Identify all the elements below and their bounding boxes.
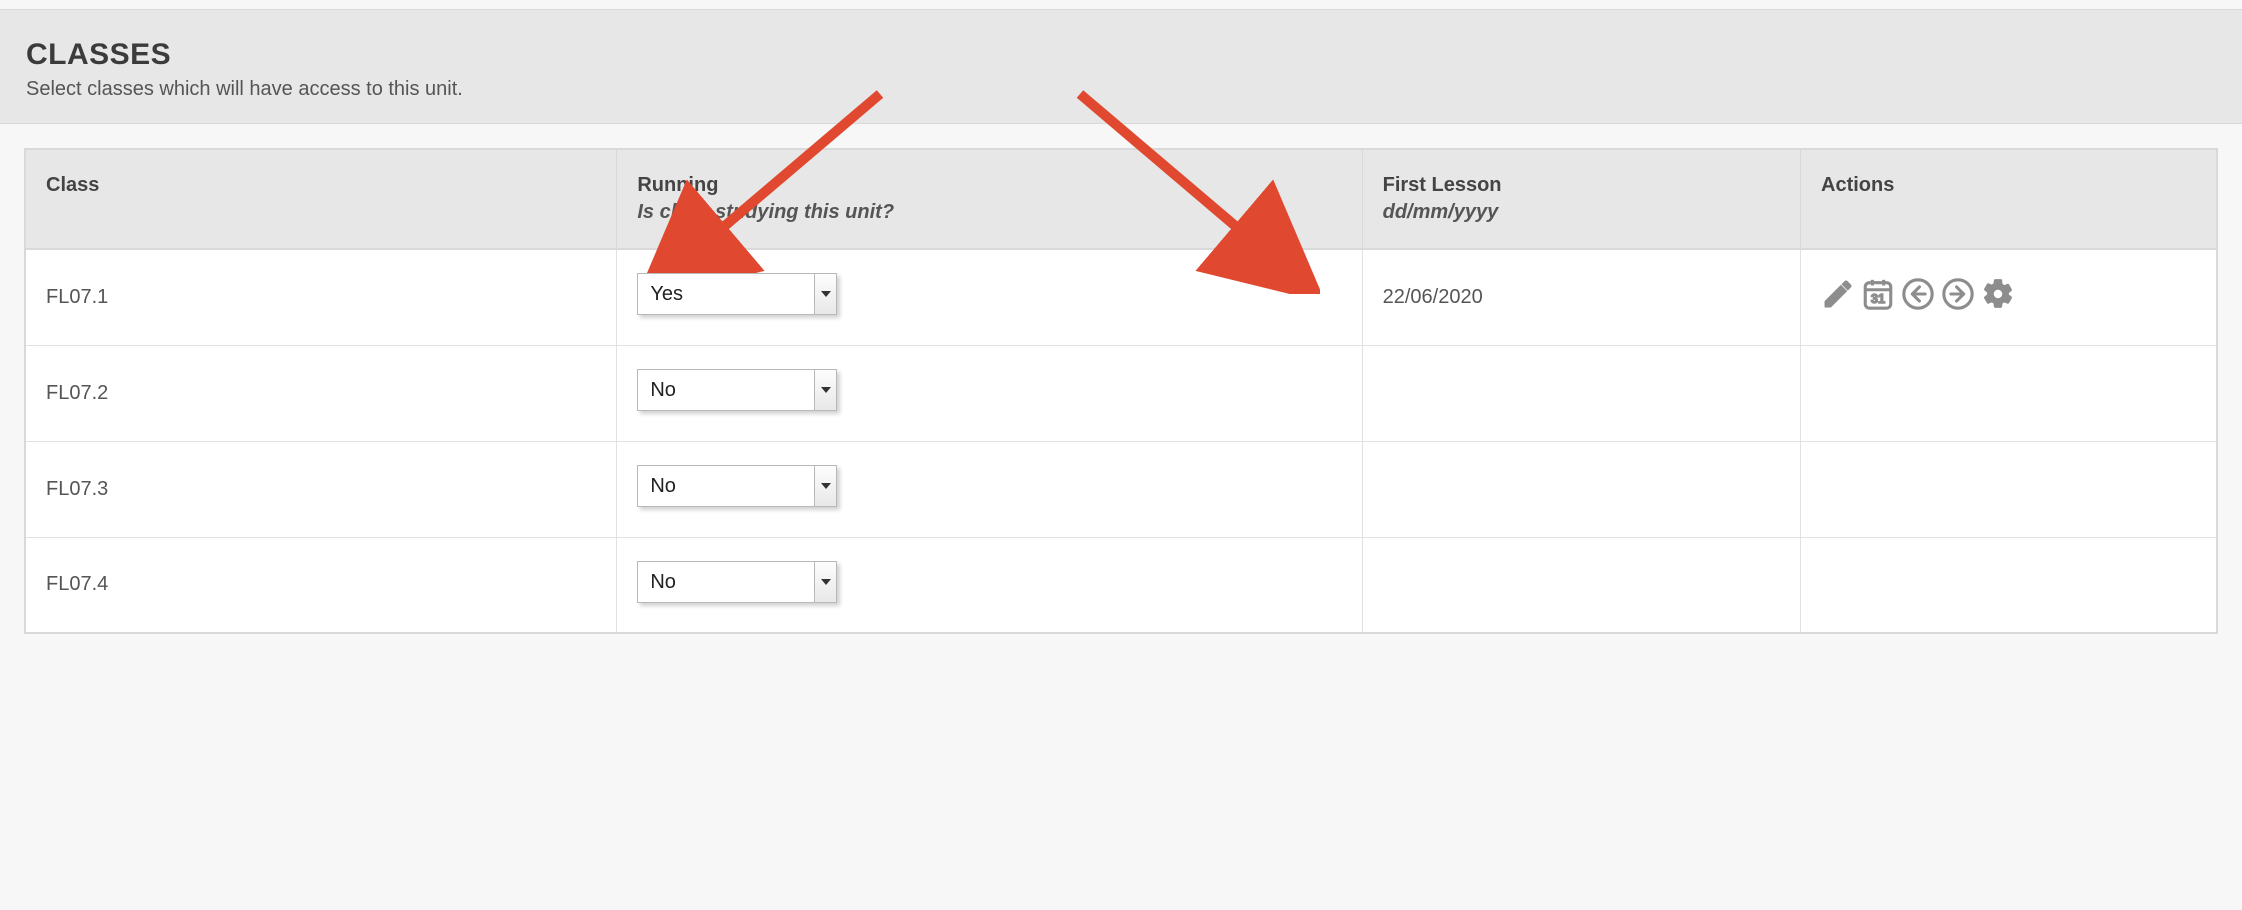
cell-class-name: FL07.1 <box>25 249 617 345</box>
cell-first-lesson <box>1362 345 1800 441</box>
svg-text:31: 31 <box>1871 291 1885 306</box>
section-subtitle: Select classes which will have access to… <box>26 78 2216 101</box>
running-select-value: Yes <box>650 274 812 314</box>
cell-running: No <box>617 345 1362 441</box>
arrow-left-circle-icon[interactable] <box>1901 277 1935 317</box>
running-select[interactable]: Yes <box>637 273 837 315</box>
col-header-running-label: Running <box>637 174 1341 197</box>
cell-actions <box>1801 345 2218 441</box>
table-row: FL07.1 Yes 22/06/2020 31 <box>25 249 2217 345</box>
running-select-value: No <box>650 466 812 506</box>
running-select[interactable]: No <box>637 465 837 507</box>
chevron-down-icon <box>814 274 836 314</box>
col-header-running-sublabel: Is class studying this unit? <box>637 201 1341 224</box>
table-row: FL07.3 No <box>25 441 2217 537</box>
col-header-first-label: First Lesson <box>1383 174 1780 197</box>
chevron-down-icon <box>814 562 836 602</box>
chevron-down-icon <box>814 370 836 410</box>
section-header: CLASSES Select classes which will have a… <box>0 10 2242 124</box>
section-title: CLASSES <box>26 38 2216 72</box>
pencil-icon[interactable] <box>1821 277 1855 317</box>
class-name-text: FL07.4 <box>46 573 108 595</box>
cell-actions: 31 <box>1801 249 2218 345</box>
actions-icon-group: 31 <box>1821 277 2196 317</box>
cell-class-name: FL07.4 <box>25 537 617 633</box>
class-name-text: FL07.1 <box>46 286 108 308</box>
cell-running: No <box>617 537 1362 633</box>
running-select-value: No <box>650 562 812 602</box>
col-header-first-sublabel: dd/mm/yyyy <box>1383 201 1780 224</box>
table-row: FL07.2 No <box>25 345 2217 441</box>
calendar-icon[interactable]: 31 <box>1861 277 1895 317</box>
first-lesson-text: 22/06/2020 <box>1383 286 1483 308</box>
running-select-value: No <box>650 370 812 410</box>
class-name-text: FL07.2 <box>46 382 108 404</box>
running-select[interactable]: No <box>637 561 837 603</box>
cell-actions <box>1801 441 2218 537</box>
cell-running: No <box>617 441 1362 537</box>
table-header-row: Class Running Is class studying this uni… <box>25 149 2217 249</box>
cell-class-name: FL07.3 <box>25 441 617 537</box>
cell-first-lesson: 22/06/2020 <box>1362 249 1800 345</box>
col-header-first-lesson: First Lesson dd/mm/yyyy <box>1362 149 1800 249</box>
gear-icon[interactable] <box>1981 277 2015 317</box>
col-header-running: Running Is class studying this unit? <box>617 149 1362 249</box>
table-row: FL07.4 No <box>25 537 2217 633</box>
col-header-actions: Actions <box>1801 149 2218 249</box>
running-select[interactable]: No <box>637 369 837 411</box>
cell-actions <box>1801 537 2218 633</box>
cell-first-lesson <box>1362 441 1800 537</box>
cell-class-name: FL07.2 <box>25 345 617 441</box>
chevron-down-icon <box>814 466 836 506</box>
content-wrap: Class Running Is class studying this uni… <box>0 124 2242 658</box>
cell-first-lesson <box>1362 537 1800 633</box>
col-header-class: Class <box>25 149 617 249</box>
col-header-class-label: Class <box>46 174 596 197</box>
col-header-actions-label: Actions <box>1821 174 2196 197</box>
top-divider <box>0 0 2242 10</box>
class-name-text: FL07.3 <box>46 478 108 500</box>
classes-table: Class Running Is class studying this uni… <box>24 148 2218 634</box>
arrow-right-circle-icon[interactable] <box>1941 277 1975 317</box>
cell-running: Yes <box>617 249 1362 345</box>
